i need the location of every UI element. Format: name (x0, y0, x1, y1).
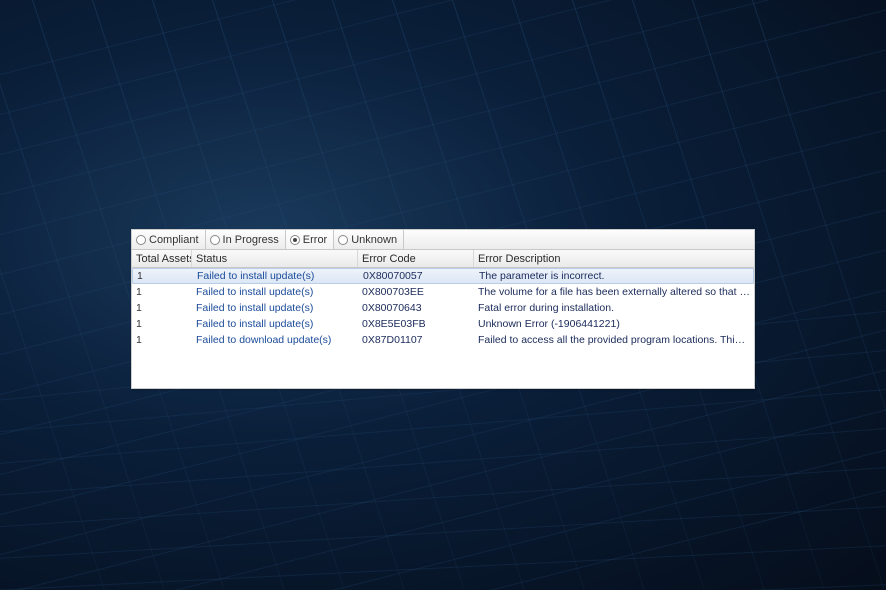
column-label: Error Code (362, 253, 416, 265)
column-status[interactable]: Status (192, 250, 358, 267)
cell-code: 0X8E5E03FB (358, 318, 474, 330)
table-row[interactable]: 1 Failed to install update(s) 0X80070643… (132, 300, 754, 316)
cell-assets: 1 (132, 318, 192, 330)
tab-label: In Progress (223, 234, 279, 246)
tab-label: Unknown (351, 234, 397, 246)
cell-assets: 1 (132, 334, 192, 346)
column-error-description[interactable]: Error Description (474, 250, 754, 267)
cell-code: 0X87D01107 (358, 334, 474, 346)
cell-desc: Failed to access all the provided progra… (474, 334, 754, 346)
tab-bar: Compliant In Progress Error Unknown (132, 230, 754, 250)
status-link[interactable]: Failed to install update(s) (197, 270, 314, 282)
cell-assets: 1 (132, 286, 192, 298)
tab-unknown[interactable]: Unknown (334, 230, 404, 249)
table-row[interactable]: 1 Failed to download update(s) 0X87D0110… (132, 332, 754, 348)
cell-code: 0X80070643 (358, 302, 474, 314)
tab-label: Compliant (149, 234, 199, 246)
table-row[interactable]: 1 Failed to install update(s) 0X8E5E03FB… (132, 316, 754, 332)
table-row[interactable]: 1 Failed to install update(s) 0X800703EE… (132, 284, 754, 300)
error-panel: Compliant In Progress Error Unknown Tota… (131, 229, 755, 389)
status-link[interactable]: Failed to install update(s) (196, 302, 313, 314)
status-link[interactable]: Failed to install update(s) (196, 286, 313, 298)
radio-icon (210, 235, 220, 245)
cell-desc: The parameter is incorrect. (475, 270, 753, 282)
tab-label: Error (303, 234, 327, 246)
column-label: Total Assets (136, 253, 192, 265)
column-total-assets[interactable]: Total Assets ▼ (132, 250, 192, 267)
tab-in-progress[interactable]: In Progress (206, 230, 286, 249)
cell-desc: Fatal error during installation. (474, 302, 754, 314)
radio-icon (290, 235, 300, 245)
error-table: Total Assets ▼ Status Error Code Error D… (132, 250, 754, 388)
column-label: Status (196, 253, 227, 265)
column-error-code[interactable]: Error Code (358, 250, 474, 267)
table-body: 1 Failed to install update(s) 0X80070057… (132, 268, 754, 388)
cell-code: 0X80070057 (359, 270, 475, 282)
radio-icon (136, 235, 146, 245)
tab-compliant[interactable]: Compliant (132, 230, 206, 249)
radio-icon (338, 235, 348, 245)
cell-assets: 1 (133, 270, 193, 282)
cell-desc: Unknown Error (-1906441221) (474, 318, 754, 330)
cell-code: 0X800703EE (358, 286, 474, 298)
tab-error[interactable]: Error (286, 230, 334, 249)
table-row[interactable]: 1 Failed to install update(s) 0X80070057… (132, 268, 754, 284)
status-link[interactable]: Failed to download update(s) (196, 334, 331, 346)
table-header: Total Assets ▼ Status Error Code Error D… (132, 250, 754, 268)
cell-desc: The volume for a file has been externall… (474, 286, 754, 298)
cell-assets: 1 (132, 302, 192, 314)
status-link[interactable]: Failed to install update(s) (196, 318, 313, 330)
column-label: Error Description (478, 253, 561, 265)
